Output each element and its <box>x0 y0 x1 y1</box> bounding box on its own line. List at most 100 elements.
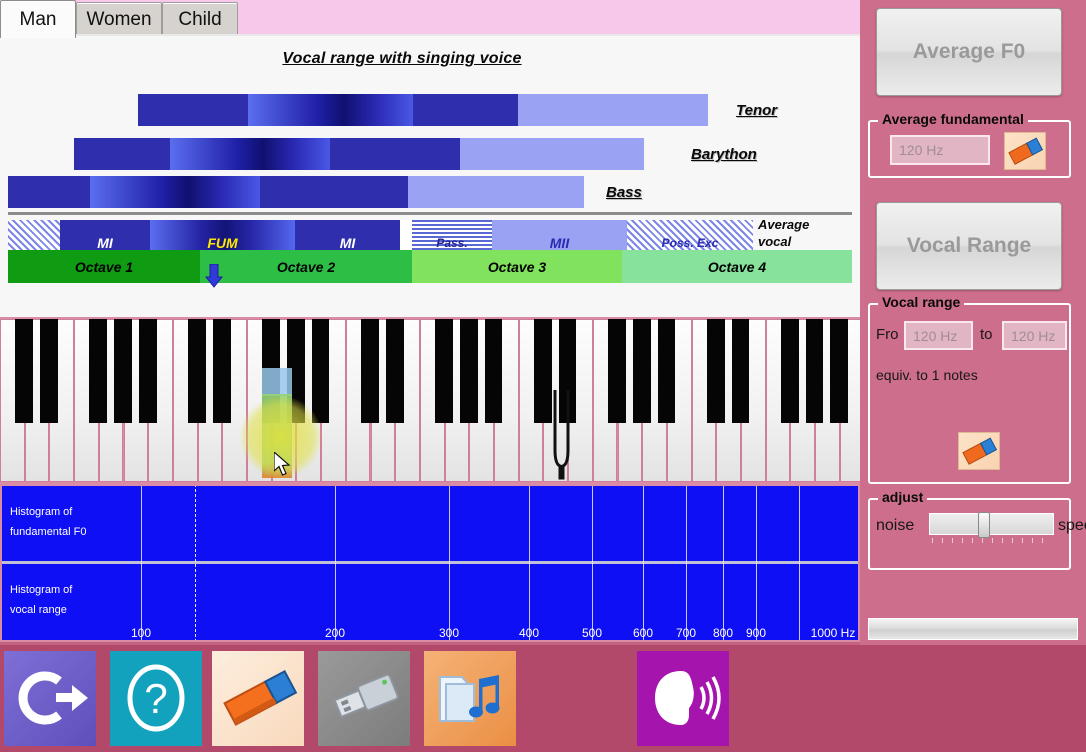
histogram-tick-label: 400 <box>518 626 540 640</box>
piano-black-key[interactable] <box>188 319 206 423</box>
octave-band-2[interactable]: Octave 2 <box>200 250 412 283</box>
piano-black-key[interactable] <box>459 319 478 423</box>
histogram-cursor-line <box>195 484 196 642</box>
vocal-range-to-field[interactable]: 120 Hz <box>1002 321 1067 350</box>
tab-women[interactable]: Women <box>76 2 162 36</box>
piano-black-key[interactable] <box>731 319 750 423</box>
speech-label: speech <box>1058 517 1086 534</box>
piano-black-key[interactable] <box>361 319 379 423</box>
piano-black-key[interactable] <box>781 319 799 423</box>
histogram-f0-label-1: Histogram of <box>10 506 73 518</box>
histogram-gridline <box>449 484 450 642</box>
bar-segment <box>260 176 408 208</box>
histogram-gridline <box>592 484 593 642</box>
histogram-tick-label: 1000 Hz <box>810 626 856 640</box>
vocal-range-button[interactable]: Vocal Range <box>876 202 1062 290</box>
slider-tick <box>952 538 953 543</box>
histogram-gridline <box>686 484 687 642</box>
bar-segment <box>413 94 518 126</box>
piano-black-key[interactable] <box>89 319 108 423</box>
voice-bar-tenor <box>138 94 708 126</box>
histogram-tick-label: 600 <box>632 626 654 640</box>
histogram-f0-label-2: fundamental F0 <box>10 526 87 538</box>
average-fundamental-group: Average fundamental 120 Hz <box>868 111 1071 178</box>
voice-bar-barython <box>74 138 644 170</box>
average-f0-button[interactable]: Average F0 <box>876 8 1062 96</box>
piano-black-key[interactable] <box>706 319 725 423</box>
piano-black-key[interactable] <box>311 319 330 423</box>
piano-black-key[interactable] <box>138 319 157 423</box>
slider-tick <box>992 538 993 543</box>
tab-man[interactable]: Man <box>0 0 76 38</box>
vocal-range-from-field[interactable]: 120 Hz <box>904 321 973 350</box>
piano-black-key[interactable] <box>830 319 849 423</box>
slider-thumb[interactable] <box>978 512 990 538</box>
music-folder-icon <box>439 675 500 722</box>
highlighted-key-upper <box>262 368 292 396</box>
slider-tick <box>942 538 943 543</box>
svg-text:?: ? <box>144 675 167 722</box>
slider-tick <box>962 538 963 543</box>
histogram-vr-label-2: vocal range <box>10 604 67 616</box>
usb-drive-icon <box>333 673 399 719</box>
piano-black-key[interactable] <box>805 319 824 423</box>
clear-average-fundamental-button[interactable] <box>1004 132 1046 170</box>
histogram-fundamental-f0[interactable]: Histogram of fundamental F0 <box>0 484 860 561</box>
slider-tick <box>1002 538 1003 543</box>
voice-bar-bass <box>8 176 584 208</box>
average-fundamental-field[interactable]: 120 Hz <box>890 135 990 165</box>
histogram-tick-label: 900 <box>745 626 767 640</box>
music-folder-button[interactable] <box>424 651 516 746</box>
octave-band-1[interactable]: Octave 1 <box>8 250 200 283</box>
voice-label-bass: Bass <box>606 184 642 201</box>
bar-segment <box>248 94 413 126</box>
page-title: Vocal range with singing voice <box>282 50 522 67</box>
piano-black-key[interactable] <box>40 319 58 423</box>
piano-black-key[interactable] <box>435 319 453 423</box>
piano-black-key[interactable] <box>15 319 34 423</box>
histogram-tick-label: 300 <box>438 626 460 640</box>
piano-black-key[interactable] <box>657 319 676 423</box>
histogram-tick-label: 700 <box>675 626 697 640</box>
speaking-head-icon <box>655 671 721 725</box>
octave-band-3[interactable]: Octave 3 <box>412 250 622 283</box>
to-label: to <box>980 326 993 343</box>
clear-vocal-range-button[interactable] <box>958 432 1000 470</box>
piano-black-key[interactable] <box>385 319 404 423</box>
status-bar[interactable] <box>868 618 1078 640</box>
piano-keyboard[interactable] <box>0 317 860 484</box>
bar-segment <box>74 138 170 170</box>
question-mark-icon: ? <box>127 664 185 732</box>
piano-black-key[interactable] <box>114 319 132 423</box>
piano-black-key[interactable] <box>212 319 231 423</box>
histogram-tick-label: 800 <box>712 626 734 640</box>
histogram-gridline <box>335 484 336 642</box>
help-button[interactable]: ? <box>110 651 202 746</box>
bar-segment <box>170 138 330 170</box>
usb-button[interactable] <box>318 651 410 746</box>
octave-band-4[interactable]: Octave 4 <box>622 250 852 283</box>
noise-speech-slider[interactable] <box>929 512 1054 538</box>
piano-black-key[interactable] <box>484 319 503 423</box>
piano-black-key[interactable] <box>608 319 626 423</box>
eraser-button[interactable] <box>212 651 304 746</box>
slider-tick <box>982 538 983 543</box>
tab-child[interactable]: Child <box>162 2 238 36</box>
adjust-group: adjust noise speech <box>868 489 1086 570</box>
exit-button[interactable] <box>4 651 96 746</box>
histogram-tick-label: 100 <box>130 626 152 640</box>
octave-bands: Octave 1 Octave 2 Octave 3 Octave 4 <box>8 250 852 283</box>
histogram-area[interactable]: Histogram of fundamental F0 Histogram of… <box>0 484 860 642</box>
bar-segment <box>518 94 708 126</box>
slider-tick <box>1012 538 1013 543</box>
piano-black-key[interactable] <box>632 319 651 423</box>
histogram-gridline <box>643 484 644 642</box>
noise-label: noise <box>876 517 915 534</box>
adjust-group-title: adjust <box>878 489 928 505</box>
equivalent-notes-text: equiv. to 1 notes <box>876 367 978 383</box>
from-label: Fro <box>876 326 899 343</box>
pitch-marker-icon <box>205 264 223 288</box>
histogram-gridline <box>756 484 757 642</box>
speak-button[interactable] <box>637 651 729 746</box>
histogram-gridline <box>723 484 724 642</box>
